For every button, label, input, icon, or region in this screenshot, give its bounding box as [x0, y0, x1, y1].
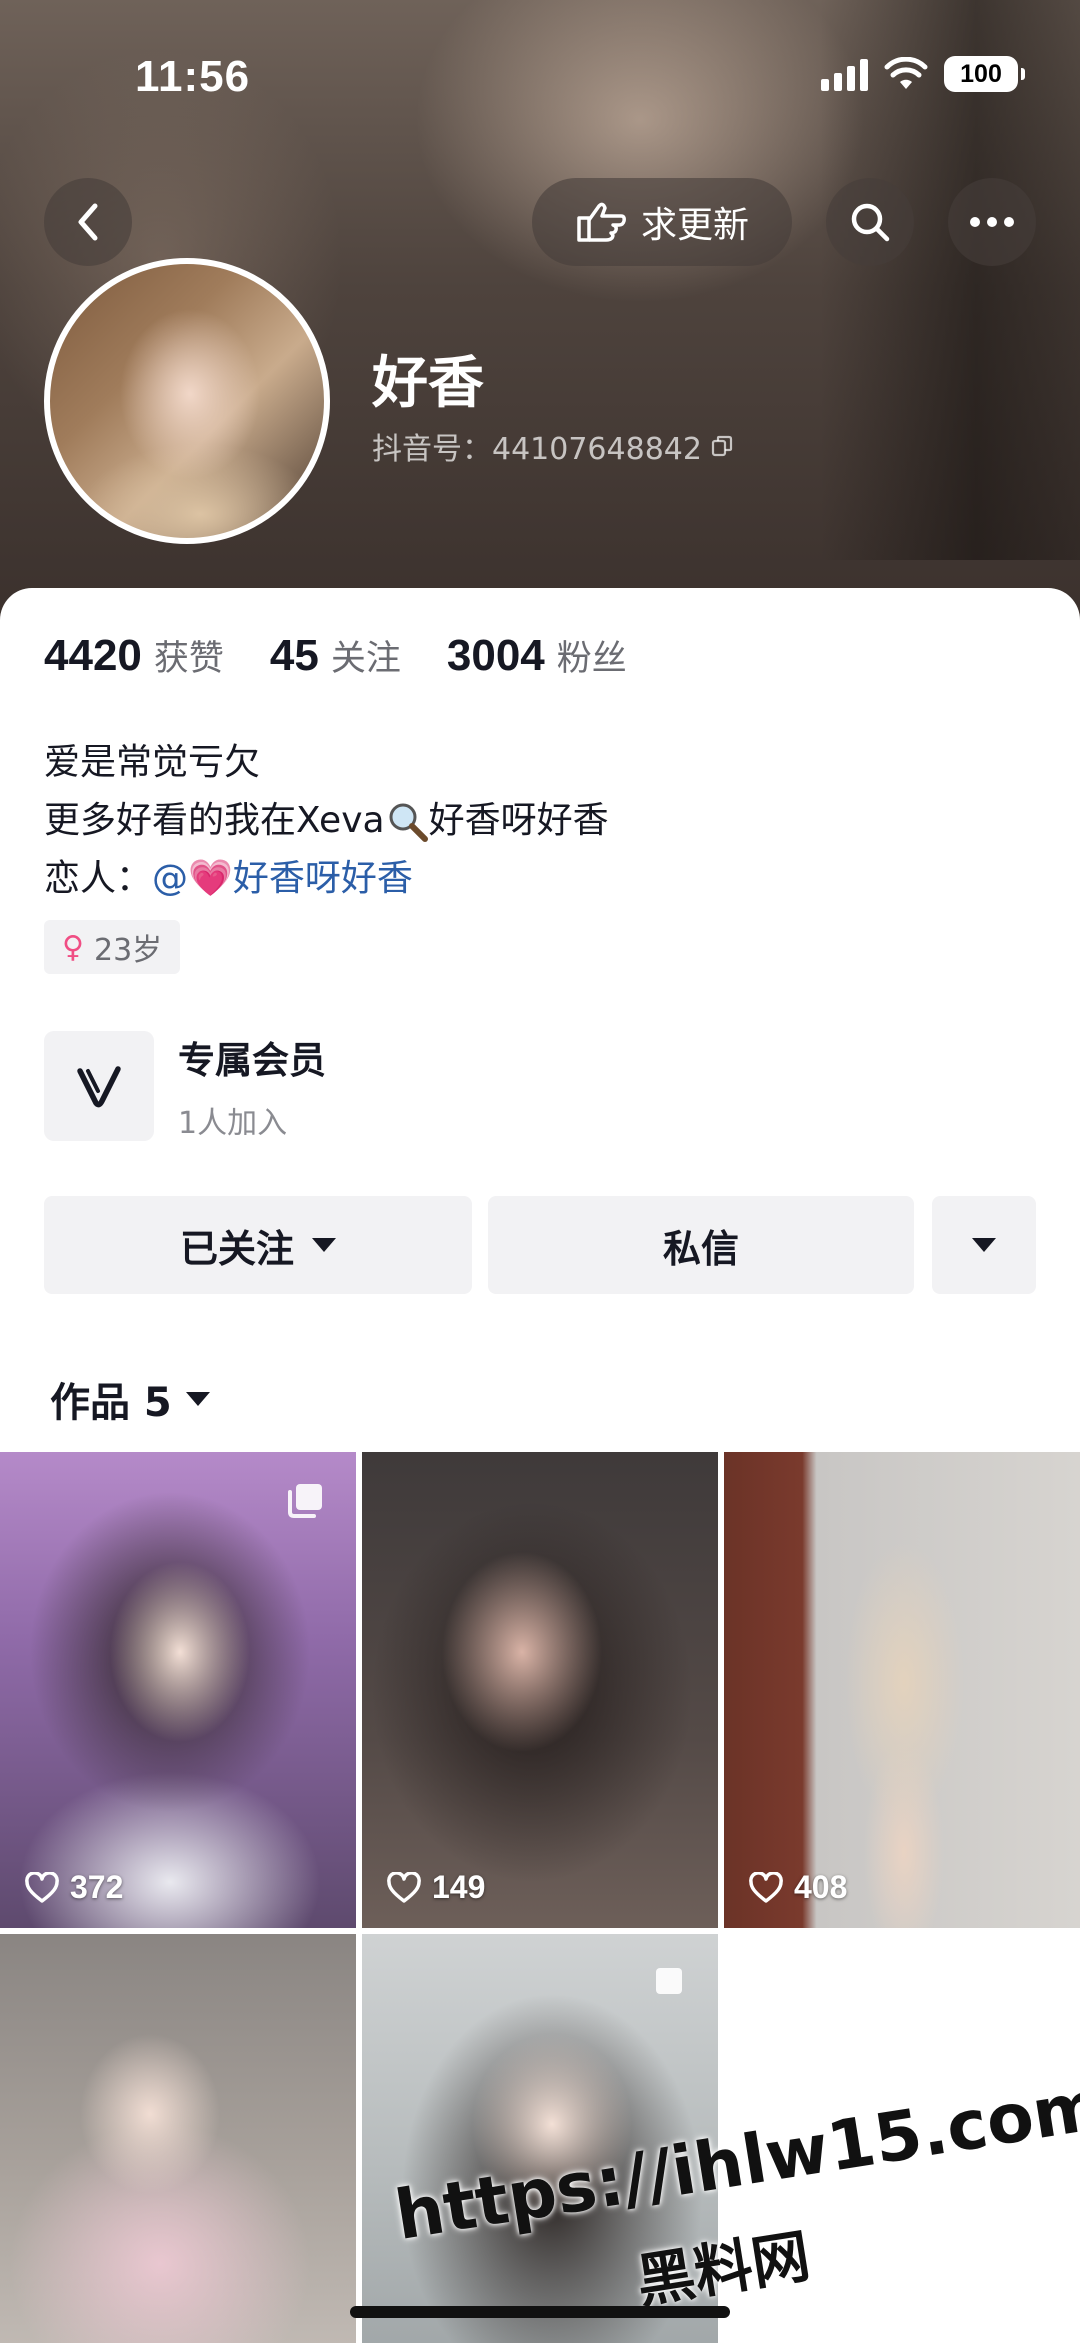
- stat-followers-value: 3004: [446, 631, 545, 680]
- video-likes-count: 408: [794, 1869, 848, 1905]
- bio-line-2-prefix: 更多好看的我在Xeva: [44, 800, 385, 841]
- signal-icon: [821, 57, 868, 91]
- video-likes: 372: [24, 1869, 123, 1906]
- membership-text: 专属会员 1人加入: [178, 1030, 326, 1142]
- bio-line-2: 更多好看的我在Xeva 好香呀好香: [44, 792, 609, 850]
- membership-logo-icon: [44, 1031, 154, 1141]
- stat-likes[interactable]: 4420 获赞: [44, 630, 224, 681]
- stat-following[interactable]: 45 关注: [270, 630, 401, 681]
- request-update-button[interactable]: 求更新: [532, 178, 792, 266]
- membership-title: 专属会员: [178, 1039, 326, 1082]
- membership-entry[interactable]: 专属会员 1人加入: [44, 1030, 326, 1142]
- heart-icon: [749, 1871, 783, 1903]
- following-label: 已关注: [179, 1226, 294, 1271]
- stat-likes-label: 获赞: [153, 639, 224, 679]
- following-button[interactable]: 已关注: [44, 1196, 472, 1294]
- caret-down-icon: [972, 1238, 996, 1252]
- more-button[interactable]: [948, 178, 1036, 266]
- video-likes: 149: [386, 1869, 485, 1906]
- bio-line-1: 爱是常觉亏欠: [44, 742, 261, 783]
- video-thumbnail[interactable]: 408: [724, 1452, 1080, 1928]
- video-likes-count: 149: [432, 1869, 486, 1905]
- caret-down-icon: [312, 1238, 336, 1252]
- profile-stats: 4420 获赞 45 关注 3004 粉丝: [44, 630, 627, 681]
- more-dots-icon: [970, 217, 1014, 227]
- wifi-icon: [884, 57, 928, 89]
- membership-subtitle: 1人加入: [178, 1106, 288, 1141]
- age-text: 23岁: [93, 933, 163, 968]
- bio-line-2-suffix: 好香呀好香: [428, 800, 609, 841]
- message-label: 私信: [662, 1226, 739, 1271]
- video-thumbnail[interactable]: [0, 1934, 356, 2343]
- profile-name: 好香: [372, 351, 484, 416]
- video-likes-count: 372: [70, 1869, 124, 1905]
- video-likes: 408: [748, 1869, 847, 1906]
- bio-line-3-prefix: 恋人：: [44, 858, 153, 899]
- partner-mention-link[interactable]: @💗好香呀好香: [152, 850, 413, 908]
- works-label: 作品 5: [50, 1380, 172, 1426]
- caret-down-icon: [185, 1392, 210, 1406]
- bio-line-3: 恋人： @💗好香呀好香: [44, 850, 609, 908]
- home-indicator: [350, 2306, 730, 2318]
- bio: 爱是常觉亏欠 更多好看的我在Xeva 好香呀好香 恋人： @💗好香呀好香: [44, 734, 609, 908]
- heart-icon: [25, 1871, 59, 1903]
- back-button[interactable]: [44, 178, 132, 266]
- video-thumbnail[interactable]: 372: [0, 1452, 356, 1928]
- stat-followers[interactable]: 3004 粉丝: [447, 630, 627, 681]
- battery-icon: 100: [944, 56, 1025, 92]
- chevron-left-icon: [78, 203, 98, 241]
- heart-icon: [387, 1871, 421, 1903]
- request-update-label: 求更新: [640, 205, 749, 246]
- stat-following-value: 45: [269, 631, 319, 680]
- douyin-id-text: 抖音号：44107648842: [372, 432, 702, 467]
- works-tab[interactable]: 作品 5: [50, 1370, 210, 1428]
- pointing-hand-icon: [577, 202, 626, 242]
- search-button[interactable]: [826, 178, 914, 266]
- copy-icon[interactable]: [710, 434, 734, 458]
- more-actions-dropdown[interactable]: [932, 1196, 1036, 1294]
- stat-likes-value: 4420: [44, 631, 142, 680]
- status-icons: 100: [821, 56, 1025, 92]
- gallery-badge-icon: [656, 1968, 682, 1994]
- message-button[interactable]: 私信: [488, 1196, 914, 1294]
- status-time: 11:56: [135, 52, 251, 101]
- search-icon: [851, 203, 890, 242]
- gallery-badge-icon: [288, 1484, 322, 1518]
- female-icon: ♀: [62, 929, 84, 965]
- douyin-id[interactable]: 抖音号：44107648842: [372, 424, 734, 468]
- avatar[interactable]: [44, 258, 330, 544]
- stat-followers-label: 粉丝: [556, 639, 627, 679]
- stat-following-label: 关注: [330, 639, 401, 679]
- magnifier-emoji-icon: [389, 803, 428, 842]
- video-thumbnail[interactable]: 149: [362, 1452, 718, 1928]
- age-tag: ♀ 23岁: [44, 920, 181, 974]
